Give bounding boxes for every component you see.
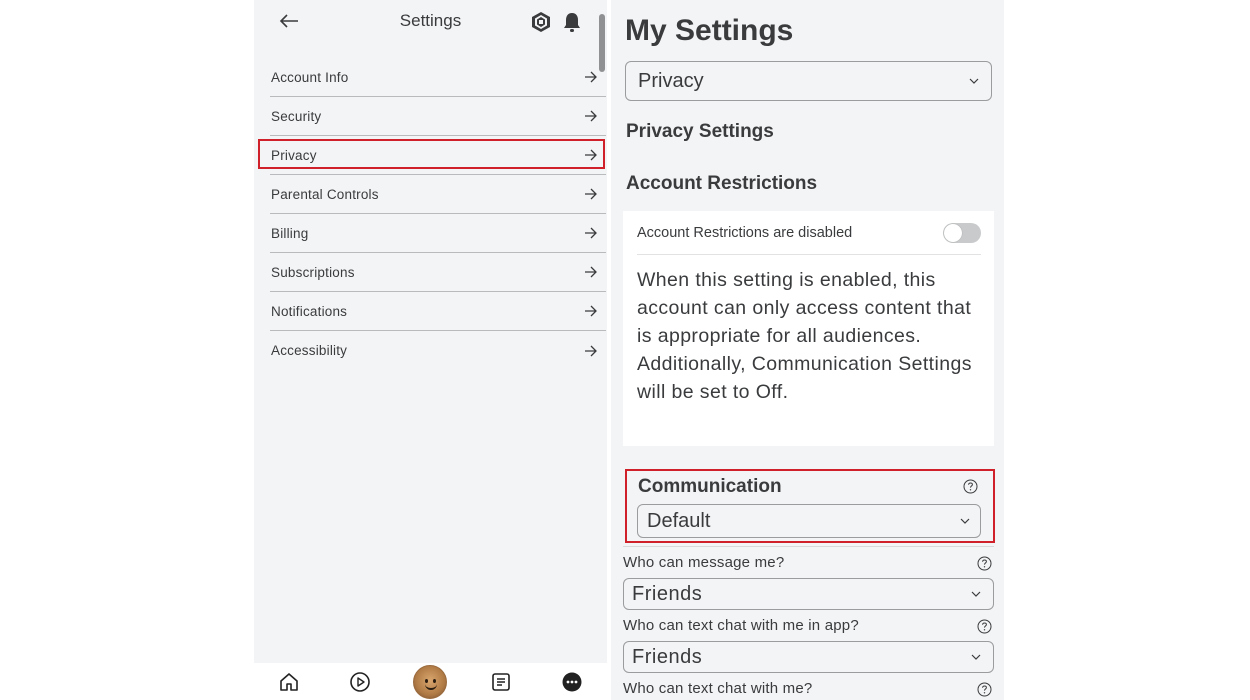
menu-item-label: Parental Controls — [271, 186, 379, 202]
chevron-down-icon — [960, 518, 970, 524]
select-value: Privacy — [638, 69, 704, 92]
who-can-text-chat-in-app-select[interactable]: Friends — [623, 641, 994, 673]
menu-item-security[interactable]: Security — [270, 97, 606, 136]
menu-item-label: Privacy — [271, 147, 317, 163]
select-value: Friends — [632, 645, 703, 668]
menu-item-label: Notifications — [271, 303, 348, 319]
chevron-down-icon — [971, 654, 981, 660]
settings-header: Settings — [254, 0, 607, 44]
chevron-down-icon — [971, 591, 981, 597]
arrow-right-icon — [585, 188, 597, 200]
nav-play-button[interactable] — [342, 664, 378, 700]
help-icon[interactable] — [963, 479, 978, 494]
arrow-right-icon — [585, 149, 597, 161]
nav-home-button[interactable] — [271, 664, 307, 700]
privacy-settings-panel: My Settings Privacy Privacy Settings Acc… — [611, 0, 1004, 700]
menu-item-label: Security — [271, 108, 322, 124]
chat-icon — [492, 672, 510, 691]
settings-category-select[interactable]: Privacy — [625, 61, 992, 101]
menu-item-label: Account Info — [271, 69, 349, 85]
help-icon[interactable] — [977, 556, 992, 571]
select-value: Friends — [632, 582, 703, 605]
help-icon[interactable] — [977, 619, 992, 634]
account-restrictions-row: Account Restrictions are disabled — [637, 211, 981, 255]
arrow-right-icon — [585, 266, 597, 278]
privacy-settings-heading: Privacy Settings — [626, 121, 774, 142]
account-restrictions-label: Account Restrictions are disabled — [637, 224, 853, 241]
chevron-down-icon — [969, 78, 979, 84]
menu-item-notifications[interactable]: Notifications — [270, 292, 606, 331]
nav-avatar-button[interactable] — [412, 664, 448, 700]
menu-item-account-info[interactable]: Account Info — [270, 58, 606, 97]
avatar — [413, 664, 448, 699]
account-restrictions-card: Account Restrictions are disabled When t… — [623, 211, 994, 446]
account-restrictions-heading: Account Restrictions — [626, 173, 818, 194]
play-icon — [350, 671, 370, 692]
menu-item-subscriptions[interactable]: Subscriptions — [270, 253, 606, 292]
menu-item-billing[interactable]: Billing — [270, 214, 606, 253]
menu-item-parental-controls[interactable]: Parental Controls — [270, 175, 606, 214]
menu-item-privacy[interactable]: Privacy — [258, 136, 606, 175]
settings-menu: Account Info Security Privacy Parental C… — [258, 58, 606, 370]
arrow-right-icon — [585, 227, 597, 239]
who-can-message-select[interactable]: Friends — [623, 578, 994, 610]
menu-item-label: Accessibility — [271, 343, 348, 358]
arrow-right-icon — [585, 71, 597, 83]
home-icon — [280, 672, 299, 691]
nav-more-button[interactable] — [554, 664, 590, 700]
nav-chat-button[interactable] — [483, 664, 519, 700]
bottom-nav-bar — [254, 663, 607, 700]
page-title: My Settings — [625, 14, 794, 47]
who-can-text-chat-label: Who can text chat with me? — [623, 680, 813, 697]
account-restrictions-description: When this setting is enabled, this accou… — [637, 269, 972, 403]
who-can-message-label: Who can message me? — [623, 554, 785, 571]
menu-item-accessibility[interactable]: Accessibility — [270, 331, 606, 370]
settings-menu-panel: Settings Account Info Security Privacy P… — [254, 0, 607, 700]
account-restrictions-toggle[interactable] — [943, 222, 981, 243]
robux-icon[interactable] — [530, 11, 552, 33]
communication-section: Communication Default — [625, 469, 995, 543]
notifications-bell-icon[interactable] — [562, 11, 582, 33]
arrow-right-icon — [585, 305, 597, 317]
more-icon — [562, 672, 582, 691]
who-can-text-chat-in-app-label: Who can text chat with me in app? — [623, 617, 859, 634]
menu-item-label: Subscriptions — [271, 264, 355, 280]
arrow-right-icon — [585, 110, 597, 122]
select-value: Default — [647, 509, 711, 532]
settings-title: Settings — [399, 11, 462, 30]
divider — [623, 546, 994, 547]
arrow-right-icon — [585, 345, 597, 356]
help-icon[interactable] — [977, 682, 992, 697]
menu-item-label: Billing — [271, 225, 309, 241]
communication-select[interactable]: Default — [637, 504, 981, 538]
communication-heading: Communication — [638, 476, 782, 497]
